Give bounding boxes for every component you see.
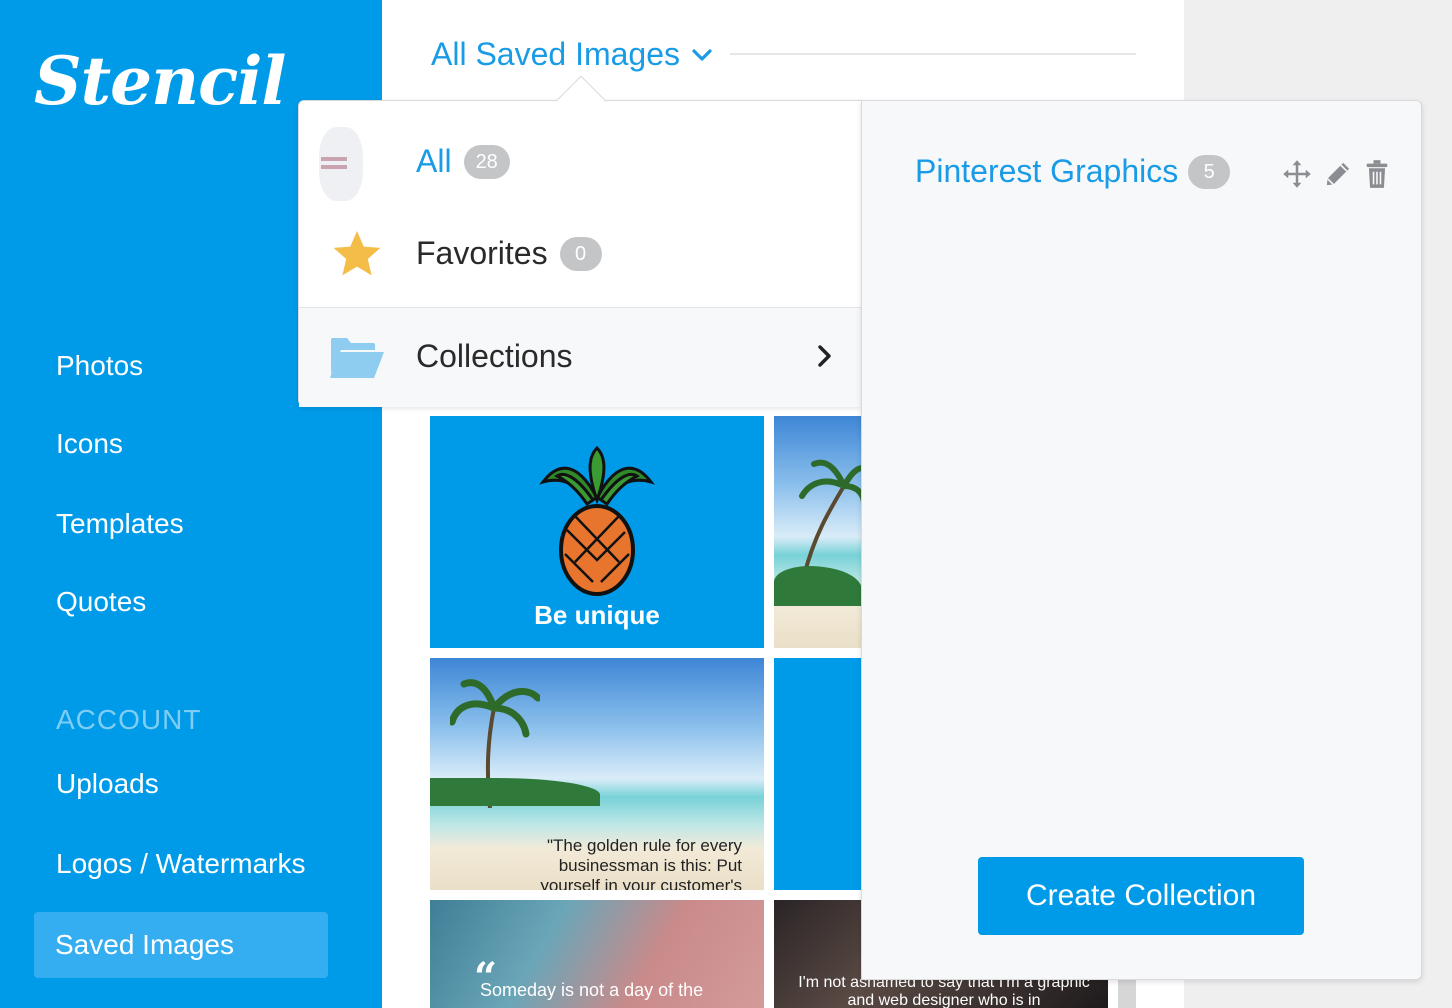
filter-menu: All 28 Favorites 0 Collections — [298, 75, 863, 407]
saved-images-dropdown: All 28 Favorites 0 Collections Pinterest… — [298, 75, 1422, 980]
chevron-right-icon — [818, 345, 831, 367]
chevron-down-icon — [692, 48, 712, 61]
collection-name: Pinterest Graphics — [915, 153, 1179, 189]
collection-actions — [1282, 159, 1390, 189]
sidebar-item-saved-images[interactable]: Saved Images — [34, 912, 328, 978]
sidebar-item-photos[interactable]: Photos — [56, 350, 143, 382]
move-icon[interactable] — [1282, 159, 1312, 189]
header-divider — [730, 53, 1136, 55]
collections-panel: Pinterest Graphics 5 Create Collection — [861, 100, 1422, 980]
all-images-thumb-icon — [319, 127, 363, 201]
menu-item-all-label: All — [416, 143, 452, 179]
pencil-icon[interactable] — [1324, 159, 1352, 189]
sidebar-section-account: ACCOUNT — [56, 704, 202, 735]
sidebar-item-logos-watermarks[interactable]: Logos / Watermarks — [56, 848, 305, 880]
trash-icon[interactable] — [1364, 159, 1390, 189]
menu-item-all[interactable]: All 28 — [299, 125, 863, 225]
menu-item-collections[interactable]: Collections — [299, 307, 863, 407]
folder-open-icon — [330, 338, 384, 378]
all-count-badge: 28 — [463, 144, 510, 179]
create-collection-button[interactable]: Create Collection — [978, 857, 1304, 935]
collection-item-pinterest-graphics[interactable]: Pinterest Graphics 5 — [915, 153, 1231, 190]
sidebar-item-icons[interactable]: Icons — [56, 428, 123, 460]
sidebar-item-uploads[interactable]: Uploads — [56, 768, 159, 800]
menu-item-favorites-label: Favorites — [416, 235, 548, 271]
star-icon — [333, 231, 381, 276]
stencil-logo[interactable]: Stencil — [34, 42, 286, 120]
collection-count-badge: 5 — [1188, 154, 1231, 189]
page-title: All Saved Images — [431, 36, 681, 72]
menu-item-favorites[interactable]: Favorites 0 — [299, 221, 863, 297]
thumb-stripe — [321, 157, 347, 161]
thumb-quote: Someday is not a day of the — [480, 980, 704, 1000]
menu-item-favorites-label-group: Favorites 0 — [416, 235, 602, 272]
menu-item-all-label-group: All 28 — [416, 143, 510, 180]
menu-item-collections-label: Collections — [416, 338, 573, 374]
favorites-count-badge: 0 — [559, 236, 602, 271]
thumb-stripe — [321, 165, 347, 169]
saved-images-filter-toggle[interactable]: All Saved Images — [431, 36, 714, 73]
sidebar-item-templates[interactable]: Templates — [56, 508, 184, 540]
sidebar-item-quotes[interactable]: Quotes — [56, 586, 146, 618]
